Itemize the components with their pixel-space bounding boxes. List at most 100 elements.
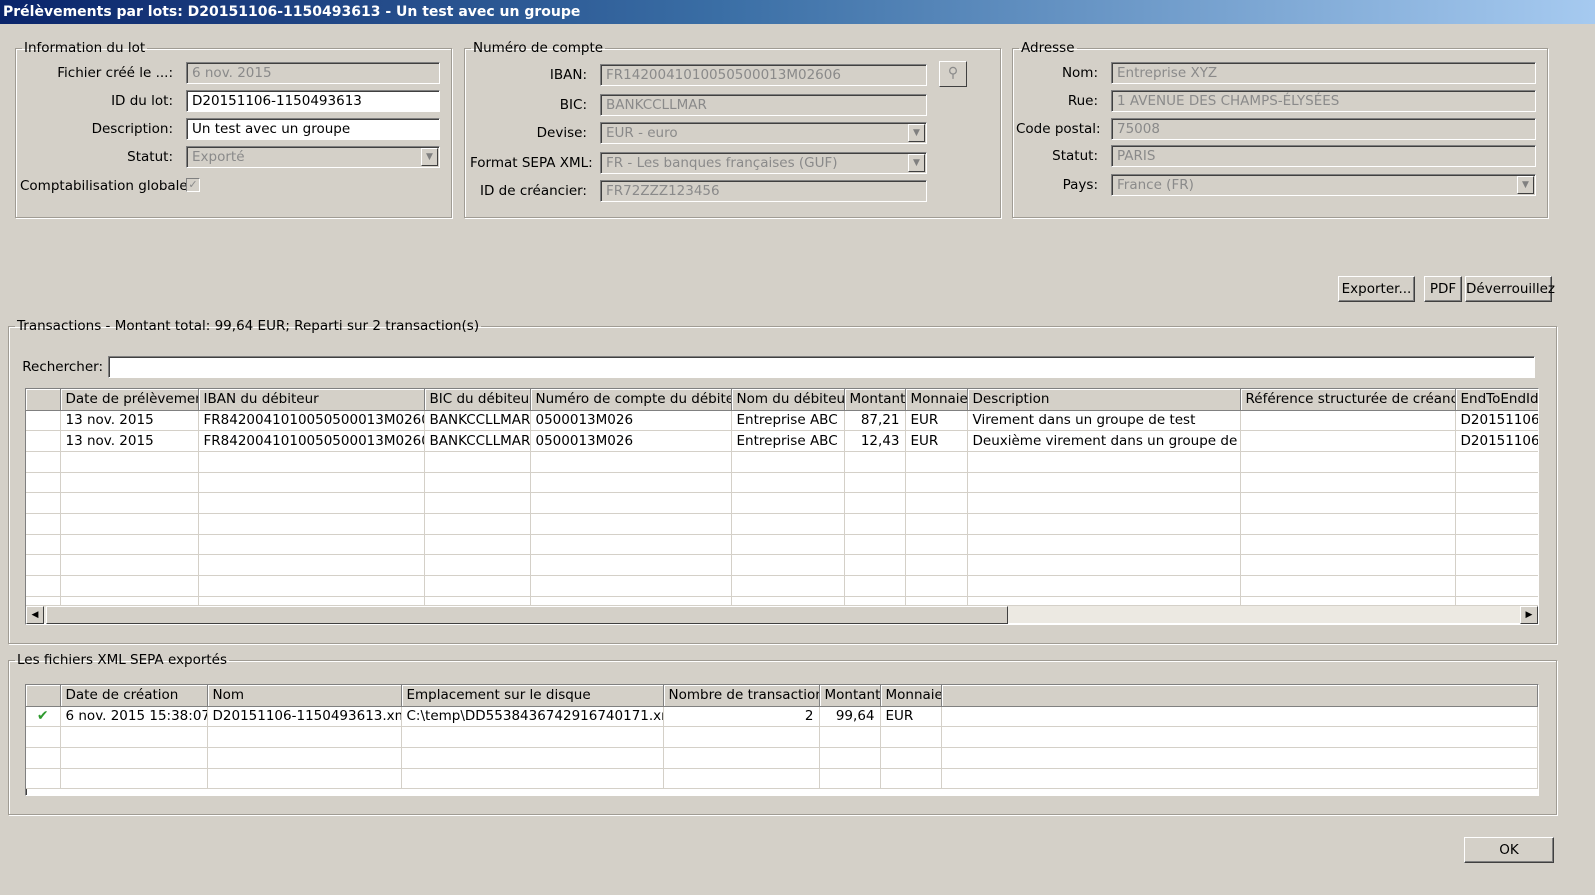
col-header[interactable]: Monnaie [880, 685, 942, 707]
window-title: Prélèvements par lots: D20151106-1150493… [0, 0, 1595, 24]
table-cell: D20151106- [1455, 410, 1538, 432]
col-header[interactable]: Date de prélèvement [60, 389, 199, 411]
scroll-left-button[interactable]: ◀ [26, 606, 44, 624]
transactions-table: Date de prélèvement IBAN du débiteur BIC… [25, 388, 1539, 625]
bic-label: BIC: [559, 97, 587, 113]
scroll-thumb[interactable] [46, 606, 1008, 624]
table-cell [1240, 410, 1456, 432]
col-header[interactable]: IBAN du débiteur [198, 389, 425, 411]
lot-id-field[interactable]: D20151106-1150493613 [186, 90, 440, 112]
check-icon: ✓ [188, 178, 198, 191]
col-header[interactable]: Emplacement sur le disque [401, 685, 664, 707]
col-header[interactable]: Numéro de compte du débiteur [530, 389, 732, 411]
table-cell: 0500013M026 [530, 430, 732, 452]
empty-row [26, 768, 1538, 790]
row-header-corner [26, 389, 61, 411]
table-cell: Entreprise ABC [731, 430, 845, 452]
search-label: Rechercher: [22, 359, 103, 375]
chevron-down-icon[interactable]: ▼ [421, 148, 438, 166]
col-header[interactable]: Nombre de transactions [663, 685, 820, 707]
scroll-right-button[interactable]: ▶ [1520, 606, 1538, 624]
account-legend: Numéro de compte [473, 40, 604, 56]
table-row[interactable]: 13 nov. 2015 FR8420041010050500013M02607… [26, 430, 1538, 452]
export-button[interactable]: Exporter... [1338, 276, 1415, 302]
row-header [26, 410, 61, 432]
table-cell: Entreprise ABC [731, 410, 845, 432]
table-cell: 6 nov. 2015 15:38:07 [60, 706, 208, 728]
postal-code-label: Code postal: [1016, 121, 1101, 137]
chevron-down-icon[interactable]: ▼ [908, 124, 925, 142]
col-header[interactable]: Description [967, 389, 1241, 411]
table-cell: FR8420041010050500013M02607 [198, 410, 425, 432]
sepa-format-select[interactable]: FR - Les banques françaises (GUF) ▼ [600, 152, 927, 174]
col-header[interactable]: Monnaie [905, 389, 968, 411]
table-row[interactable]: 13 nov. 2015 FR8420041010050500013M02607… [26, 410, 1538, 432]
empty-row [26, 575, 1538, 597]
transactions-grid: Date de prélèvement IBAN du débiteur BIC… [26, 389, 1538, 618]
table-cell: BANKCCLLMAR [424, 410, 531, 432]
table-cell: BANKCCLLMAR [424, 430, 531, 452]
empty-row [26, 534, 1538, 556]
col-header[interactable]: Montant [844, 389, 906, 411]
empty-row [26, 513, 1538, 535]
address-name-label: Nom: [1061, 65, 1098, 81]
sepa-format-value: FR - Les banques françaises (GUF) [606, 155, 838, 171]
col-header[interactable]: EndToEndId [1455, 389, 1538, 411]
exported-files-header-row: Date de création Nom Emplacement sur le … [26, 685, 1538, 707]
col-header[interactable]: Montant [819, 685, 881, 707]
chevron-right-icon: ▶ [1525, 610, 1533, 620]
table-cell: EUR [880, 706, 942, 728]
global-accounting-label: Comptabilisation globale: [20, 178, 193, 194]
exported-files-table: Date de création Nom Emplacement sur le … [25, 684, 1539, 796]
city-status-label: Statut: [1052, 148, 1098, 164]
table-cell: EUR [905, 430, 968, 452]
chevron-down-icon[interactable]: ▼ [908, 154, 925, 172]
iban-lookup-button[interactable]: ⚲ [939, 61, 967, 87]
row-header-corner [26, 685, 61, 707]
lot-status-label: Statut: [127, 149, 173, 165]
iban-field[interactable]: FR1420041010050500013M02606 [600, 64, 927, 86]
street-field[interactable]: 1 AVENUE DES CHAMPS-ÉLYSÉES [1111, 90, 1536, 112]
table-cell-filler [941, 706, 1538, 728]
chevron-left-icon: ◀ [31, 610, 39, 620]
table-cell: Virement dans un groupe de test [967, 410, 1241, 432]
table-cell: FR8420041010050500013M02607 [198, 430, 425, 452]
global-accounting-checkbox[interactable]: ✓ [186, 178, 200, 192]
col-header[interactable]: BIC du débiteur [424, 389, 531, 411]
description-field[interactable]: Un test avec un groupe [186, 118, 440, 140]
lot-id-label: ID du lot: [111, 93, 173, 109]
exported-files-grid: Date de création Nom Emplacement sur le … [26, 685, 1538, 790]
search-input[interactable] [108, 356, 1535, 378]
table-cell: Deuxième virement dans un groupe de test [967, 430, 1241, 452]
postal-code-field[interactable]: 75008 [1111, 118, 1536, 140]
col-header[interactable]: Nom [207, 685, 402, 707]
check-icon: ✔ [36, 708, 49, 725]
bic-field[interactable]: BANKCCLLMAR [600, 94, 927, 116]
chevron-down-icon[interactable]: ▼ [1517, 176, 1534, 194]
unlock-button[interactable]: Déverrouillez [1465, 276, 1555, 302]
currency-select[interactable]: EUR - euro ▼ [600, 122, 927, 144]
address-name-field[interactable]: Entreprise XYZ [1111, 62, 1536, 84]
table-cell: 2 [663, 706, 820, 728]
table-cell: EUR [905, 410, 968, 432]
horizontal-scrollbar[interactable]: ◀ ▶ [26, 605, 1538, 624]
street-label: Rue: [1067, 93, 1098, 109]
col-header[interactable]: Référence structurée de créancier [1240, 389, 1456, 411]
col-header[interactable]: Nom du débiteur [731, 389, 845, 411]
table-row[interactable]: ✔ 6 nov. 2015 15:38:07 D20151106-1150493… [26, 706, 1538, 728]
country-select[interactable]: France (FR) ▼ [1111, 174, 1536, 196]
transactions-legend: Transactions - Montant total: 99,64 EUR;… [17, 318, 480, 334]
country-label: Pays: [1062, 177, 1098, 193]
city-field[interactable]: PARIS [1111, 145, 1536, 167]
ok-button[interactable]: OK [1464, 837, 1554, 863]
currency-value: EUR - euro [606, 125, 678, 141]
lot-info-legend: Information du lot [24, 40, 146, 56]
created-field[interactable]: 6 nov. 2015 [186, 62, 440, 84]
table-cell: D20151106-1150493613.xml [207, 706, 402, 728]
lot-status-select[interactable]: Exporté ▼ [186, 146, 440, 168]
description-label: Description: [91, 121, 173, 137]
sepa-format-label: Format SEPA XML: [470, 155, 593, 171]
col-header[interactable]: Date de création [60, 685, 208, 707]
creditor-id-field[interactable]: FR72ZZZ123456 [600, 180, 927, 202]
pdf-button[interactable]: PDF [1424, 276, 1462, 302]
